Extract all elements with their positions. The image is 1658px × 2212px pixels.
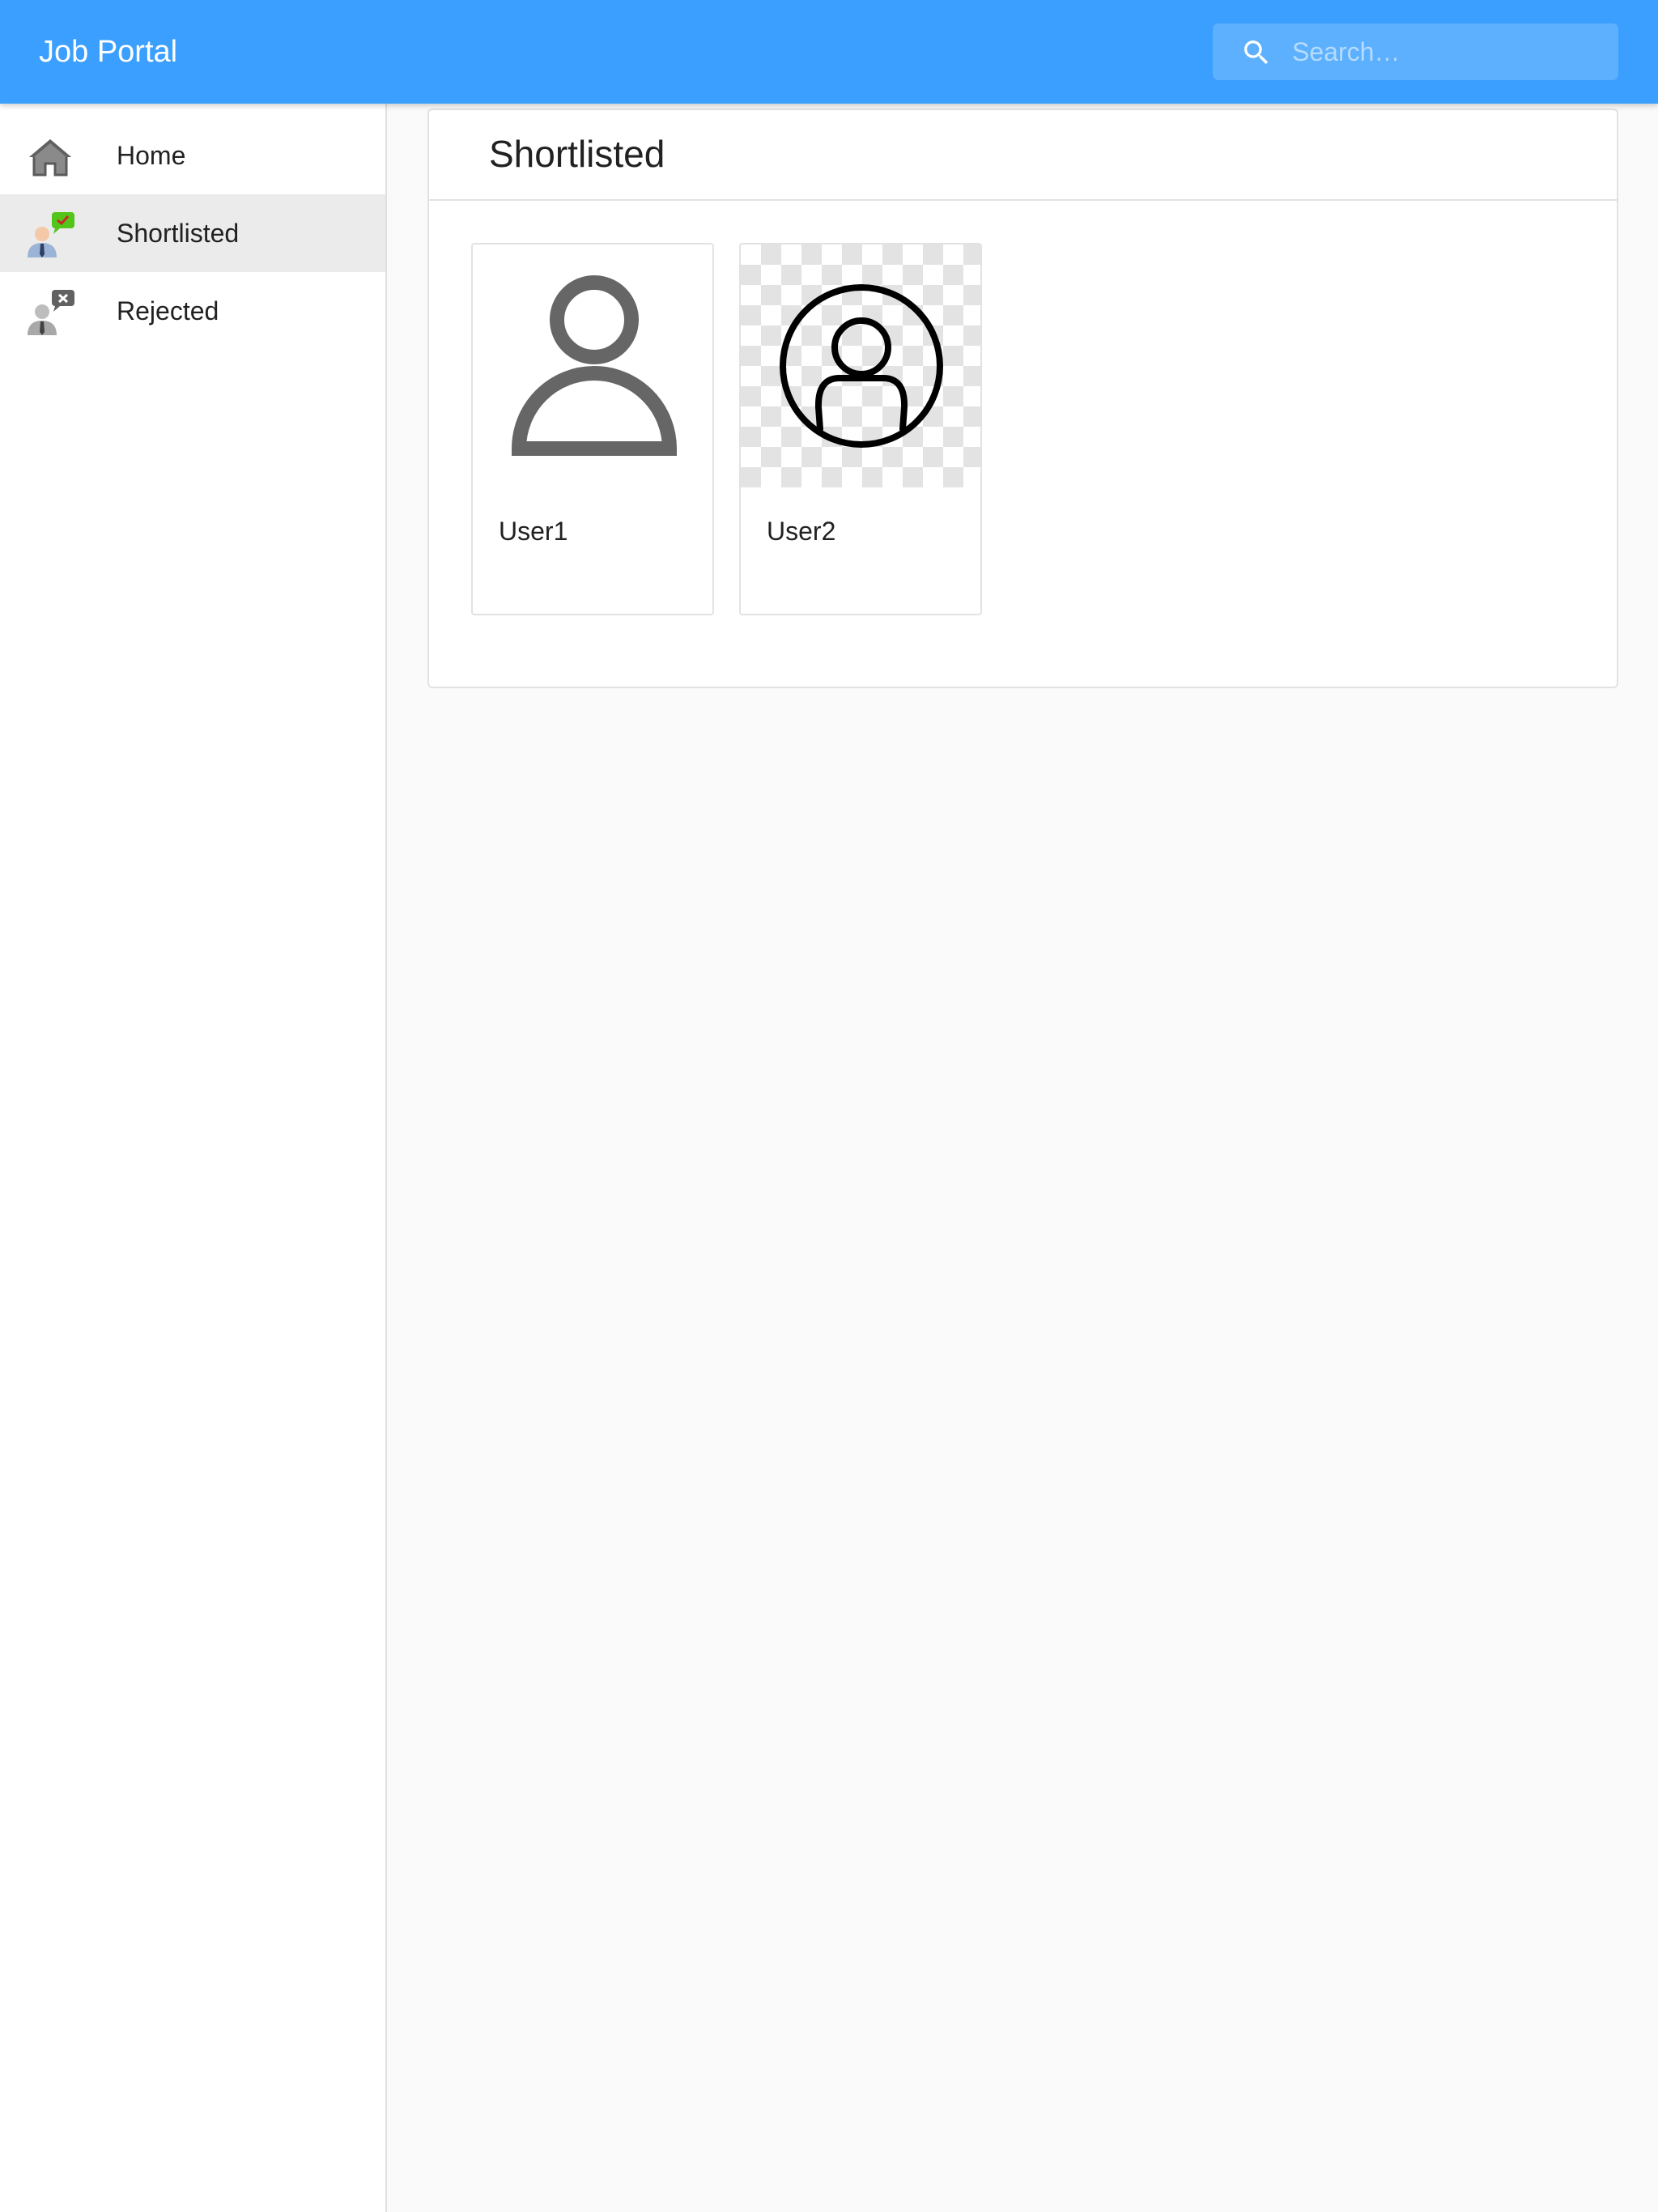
sidebar-item-label: Rejected <box>117 296 219 325</box>
shortlisted-panel: Shortlisted User1 User2 <box>427 108 1618 688</box>
search-input[interactable] <box>1290 23 1606 80</box>
panel-header: Shortlisted <box>429 110 1617 201</box>
user-card[interactable]: User1 <box>471 243 714 615</box>
user-card[interactable]: User2 <box>739 243 982 615</box>
rejected-user-icon <box>28 290 74 335</box>
user-avatar <box>741 245 980 487</box>
sidebar-item-label: Shortlisted <box>117 219 240 248</box>
home-icon <box>29 139 71 177</box>
app-bar: Job Portal <box>0 0 1658 104</box>
search-box[interactable] <box>1213 23 1618 80</box>
user-avatar <box>473 245 712 487</box>
user-name: User2 <box>767 517 836 546</box>
app-title: Job Portal <box>39 35 178 69</box>
sidebar-item-label: Home <box>117 141 186 170</box>
sidebar: Home Shortlisted Rejected <box>0 104 387 2212</box>
person-circle-icon <box>780 284 943 448</box>
person-icon <box>511 275 678 456</box>
sidebar-item-rejected[interactable]: Rejected <box>0 272 385 350</box>
sidebar-item-home[interactable]: Home <box>0 117 385 194</box>
shortlisted-user-icon <box>28 212 74 257</box>
user-name: User1 <box>499 517 568 546</box>
search-icon <box>1244 40 1269 65</box>
sidebar-item-shortlisted[interactable]: Shortlisted <box>0 194 385 272</box>
page-title: Shortlisted <box>489 133 665 175</box>
